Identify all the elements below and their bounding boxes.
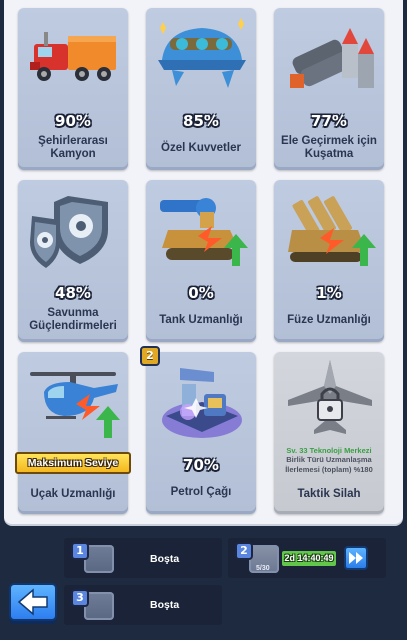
- progress-percent: 90%: [55, 112, 91, 130]
- slot-number: 1: [71, 542, 89, 560]
- tank-icon: [160, 198, 248, 266]
- tech-card-tank[interactable]: 0% Tank Uzmanlığı: [146, 180, 256, 342]
- locked-jet-icon: [288, 360, 372, 434]
- tech-name: Füze Uzmanlığı: [287, 313, 371, 326]
- slot-status: Boşta: [150, 599, 180, 611]
- research-panel: 90% Şehirlerarası Kamyon 85% Özel Kuvvet…: [4, 0, 403, 524]
- slot-number: 3: [71, 589, 89, 607]
- research-timer: 2d 14:40:49: [282, 551, 336, 566]
- oil-pump-icon: [162, 368, 242, 438]
- tech-grid: 90% Şehirlerarası Kamyon 85% Özel Kuvvet…: [15, 8, 400, 516]
- slot-count: 5/30: [256, 565, 270, 572]
- fast-forward-icon: [349, 552, 363, 564]
- missile-launcher-icon: [288, 196, 376, 266]
- tech-card-truck[interactable]: 90% Şehirlerarası Kamyon: [18, 8, 128, 170]
- tech-card-missile[interactable]: 1% Füze Uzmanlığı: [274, 180, 384, 342]
- progress-percent: 1%: [316, 284, 342, 302]
- tech-name: Ele Geçirmek için Kuşatma: [281, 135, 377, 160]
- slot-number: 2: [235, 542, 253, 560]
- tech-card-oil-age[interactable]: 2 70% Petrol Çağı: [140, 346, 256, 514]
- back-arrow-icon: [17, 588, 48, 616]
- shells-icon: [290, 28, 374, 88]
- progress-percent: 0%: [188, 284, 214, 302]
- helmet-icon: [158, 18, 246, 88]
- max-level-label: Maksimum Seviye: [15, 452, 131, 474]
- tech-card-tactical-weapon[interactable]: Sv. 33 Teknoloji Merkezi Birlik Türü Uzm…: [274, 352, 384, 514]
- unlock-requirement: Sv. 33 Teknoloji Merkezi Birlik Türü Uzm…: [277, 446, 381, 475]
- speedup-button[interactable]: [344, 546, 368, 570]
- requirement-building: Sv. 33 Teknoloji Merkezi: [286, 446, 372, 455]
- tech-name: Savunma Güçlendirmeleri: [29, 307, 117, 332]
- tech-name: Şehirlerarası Kamyon: [38, 135, 108, 160]
- gear-shields-icon: [30, 196, 108, 268]
- tech-name: Taktik Silah: [297, 487, 361, 500]
- tech-card-special-forces[interactable]: 85% Özel Kuvvetler: [146, 8, 256, 170]
- truck-icon: [30, 32, 116, 81]
- tech-card-aircraft[interactable]: Maksimum Seviye Uçak Uzmanlığı: [15, 352, 131, 514]
- progress-percent: 85%: [183, 112, 219, 130]
- requirement-line: Birlik Türü Uzmanlaşma: [286, 455, 372, 464]
- tech-card-defense[interactable]: 48% Savunma Güçlendirmeleri: [18, 180, 128, 342]
- tech-card-siege[interactable]: 77% Ele Geçirmek için Kuşatma: [274, 8, 384, 170]
- slot-status: Boşta: [150, 553, 180, 565]
- progress-percent: 70%: [183, 456, 219, 474]
- tech-name: Uçak Uzmanlığı: [30, 487, 116, 500]
- requirement-line: İlerlemesi (toplam) %180: [285, 465, 373, 474]
- tech-name: Özel Kuvvetler: [161, 141, 241, 154]
- progress-percent: 48%: [55, 284, 91, 302]
- helicopter-icon: [30, 372, 120, 438]
- tech-name: Petrol Çağı: [170, 485, 232, 498]
- tech-name: Tank Uzmanlığı: [159, 313, 243, 326]
- back-button[interactable]: [9, 583, 57, 621]
- progress-percent: 77%: [311, 112, 347, 130]
